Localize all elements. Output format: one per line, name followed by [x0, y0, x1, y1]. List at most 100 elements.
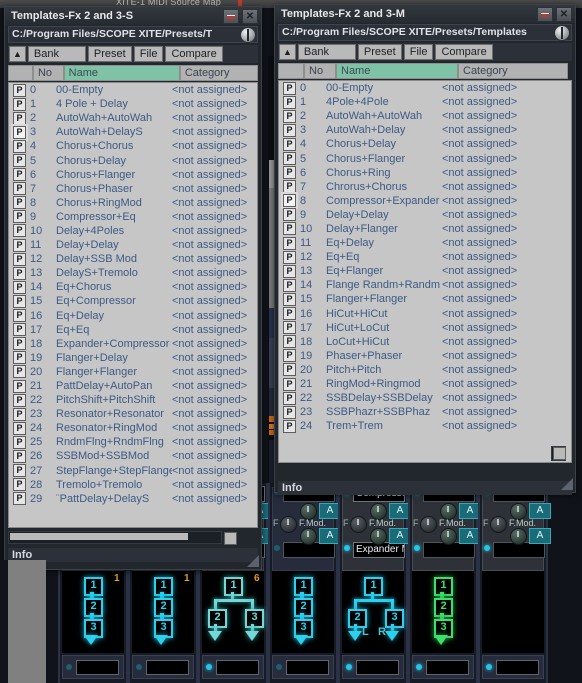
scrollbar-end-box[interactable]	[553, 447, 566, 460]
module-automation-button-upper[interactable]: A	[529, 503, 551, 519]
preset-flag-button[interactable]: P	[283, 137, 296, 151]
preset-flag-button[interactable]: P	[13, 125, 26, 139]
preset-flag-button[interactable]: P	[283, 81, 296, 95]
table-row[interactable]: P 21 PattDelay+AutoPan <not assigned>	[9, 379, 257, 393]
preset-flag-button[interactable]: P	[13, 111, 26, 125]
table-row[interactable]: P 12 Eq+Eq <not assigned>	[279, 250, 571, 264]
module-footer-led-icon[interactable]	[136, 664, 142, 670]
table-row[interactable]: P 23 SSBPhazr+SSBPhaz <not assigned>	[279, 405, 571, 419]
window-left-path-row[interactable]: C:/Program Files/SCOPE XITE/Presets/T	[8, 26, 258, 43]
column-header-category[interactable]: Category	[179, 65, 258, 81]
menu-item-bank[interactable]: Bank	[297, 44, 356, 60]
module-footer-slot[interactable]	[216, 660, 259, 675]
preset-flag-button[interactable]: P	[13, 421, 26, 435]
module-knob-f[interactable]	[280, 516, 297, 533]
module-knob-lower[interactable]	[300, 528, 317, 545]
table-row[interactable]: P 3 AutoWah+Delay <not assigned>	[279, 123, 571, 137]
table-row[interactable]: P 8 Chorus+RingMod <not assigned>	[9, 196, 257, 210]
menu-up-button[interactable]: ▲	[279, 44, 296, 60]
module-routing-display[interactable]: 123	[272, 571, 334, 653]
routing-node[interactable]: 2	[208, 609, 227, 628]
table-row[interactable]: P 29 ¨PattDelay+DelayS <not assigned>	[9, 492, 257, 506]
table-row[interactable]: P 25 RndmFlng+RndmFlng <not assigned>	[9, 435, 257, 449]
table-row[interactable]: P 18 Expander+Compressor <not assigned>	[9, 337, 257, 351]
module-footer-slot[interactable]	[496, 660, 539, 675]
preset-flag-button[interactable]: P	[283, 292, 296, 306]
table-row[interactable]: P 13 Eq+Flanger <not assigned>	[279, 264, 571, 278]
module-footer-led-icon[interactable]	[486, 664, 492, 670]
table-row[interactable]: P 28 Tremolo+Tremolo <not assigned>	[9, 478, 257, 492]
table-row[interactable]: P 16 HiCut+HiCut <not assigned>	[279, 307, 571, 321]
table-row[interactable]: P 3 AutoWah+DelayS <not assigned>	[9, 125, 257, 139]
table-row[interactable]: P 17 HiCut+LoCut <not assigned>	[279, 321, 571, 335]
preset-flag-button[interactable]: P	[13, 83, 26, 97]
window-templates-fx-2-and-3-m[interactable]: Templates-Fx 2 and 3-M ✕ C:/Program File…	[274, 4, 576, 495]
preset-flag-button[interactable]: P	[283, 307, 296, 321]
table-row[interactable]: P 15 Flanger+Flanger <not assigned>	[279, 292, 571, 306]
preset-flag-button[interactable]: P	[13, 168, 26, 182]
preset-flag-button[interactable]: P	[283, 95, 296, 109]
rack-module[interactable]: CompressoExpander MAAFF.Mod.123LR	[338, 483, 411, 683]
preset-flag-button[interactable]: P	[283, 264, 296, 278]
table-row[interactable]: P 15 Eq+Compressor <not assigned>	[9, 294, 257, 308]
table-row[interactable]: P 0 00-Empty <not assigned>	[9, 83, 257, 97]
preset-flag-button[interactable]: P	[13, 365, 26, 379]
module-routing-display[interactable]: 1236	[202, 571, 264, 653]
table-row[interactable]: P 10 Delay+Flanger <not assigned>	[279, 222, 571, 236]
table-row[interactable]: P 14 Eq+Chorus <not assigned>	[9, 280, 257, 294]
column-header-no[interactable]: No	[32, 65, 64, 81]
scrollbar-end-box[interactable]	[224, 532, 237, 545]
table-row[interactable]: P 12 Delay+SSB Mod <not assigned>	[9, 252, 257, 266]
preset-flag-button[interactable]: P	[283, 278, 296, 292]
preset-flag-button[interactable]: P	[13, 182, 26, 196]
preset-flag-button[interactable]: P	[283, 236, 296, 250]
routing-node[interactable]: 3	[245, 609, 264, 628]
table-row[interactable]: P 20 Pitch+Pitch <not assigned>	[279, 363, 571, 377]
table-row[interactable]: P 7 Chrorus+Chorus <not assigned>	[279, 180, 571, 194]
preset-flag-button[interactable]: P	[13, 309, 26, 323]
table-row[interactable]: P 5 Chorus+Delay <not assigned>	[9, 153, 257, 168]
module-footer-slot[interactable]	[146, 660, 189, 675]
path-dial-icon[interactable]	[240, 27, 256, 43]
table-row[interactable]: P 4 Chorus+Delay <not assigned>	[279, 137, 571, 151]
module-routing-display[interactable]: 123	[412, 571, 474, 653]
module-footer-slot[interactable]	[356, 660, 399, 675]
scrollbar-thumb[interactable]	[10, 533, 188, 540]
menu-item-compare[interactable]: Compare	[165, 46, 223, 62]
menu-item-bank[interactable]: Bank	[27, 46, 86, 62]
preset-flag-button[interactable]: P	[13, 139, 26, 153]
preset-list-right[interactable]: P 0 00-Empty <not assigned> P 1 4Pole+4Pole <no…	[278, 80, 572, 463]
preset-flag-button[interactable]: P	[13, 294, 26, 308]
module-knob-f[interactable]	[490, 516, 507, 533]
table-row[interactable]: P 0 00-Empty <not assigned>	[279, 81, 571, 95]
preset-list-left[interactable]: P 0 00-Empty <not assigned> P 1 4 Pole + Delay…	[8, 82, 258, 528]
rack-module[interactable]: A A F F.Mod.	[478, 483, 551, 683]
preset-flag-button[interactable]: P	[13, 337, 26, 351]
module-led-icon[interactable]	[274, 545, 280, 551]
column-header-flag[interactable]	[278, 63, 304, 79]
preset-flag-button[interactable]: P	[13, 449, 26, 463]
menu-item-preset[interactable]: Preset	[357, 44, 402, 60]
preset-flag-button[interactable]: P	[13, 196, 26, 210]
horizontal-scrollbar-left[interactable]	[8, 531, 237, 545]
preset-flag-button[interactable]: P	[13, 435, 26, 449]
preset-flag-button[interactable]: P	[13, 210, 26, 224]
table-row[interactable]: P 5 Chorus+Flanger <not assigned>	[279, 151, 571, 166]
module-knob-lower[interactable]	[440, 528, 457, 545]
column-header-name[interactable]: Name	[336, 63, 458, 79]
module-routing-display[interactable]: 123LR	[342, 571, 404, 653]
rack-module[interactable]: A A F F.Mod. 1 2 3	[408, 483, 481, 683]
window-left-titlebar[interactable]: Templates-Fx 2 and 3-S ✕	[5, 7, 261, 25]
close-button[interactable]: ✕	[242, 9, 258, 24]
module-footer-slot[interactable]	[76, 660, 119, 675]
module-knob-lower[interactable]	[510, 528, 527, 545]
table-row[interactable]: P 22 PitchShift+PitchShift <not assigned>	[9, 393, 257, 407]
window-templates-fx-2-and-3-s[interactable]: Templates-Fx 2 and 3-S ✕ C:/Program File…	[4, 6, 262, 570]
minimize-button[interactable]	[537, 7, 553, 22]
preset-flag-button[interactable]: P	[283, 166, 296, 180]
module-footer-led-icon[interactable]	[206, 664, 212, 670]
preset-flag-button[interactable]: P	[13, 238, 26, 252]
table-row[interactable]: P 19 Phaser+Phaser <not assigned>	[279, 349, 571, 363]
resize-grip-right[interactable]	[561, 478, 573, 490]
preset-flag-button[interactable]: P	[283, 180, 296, 194]
